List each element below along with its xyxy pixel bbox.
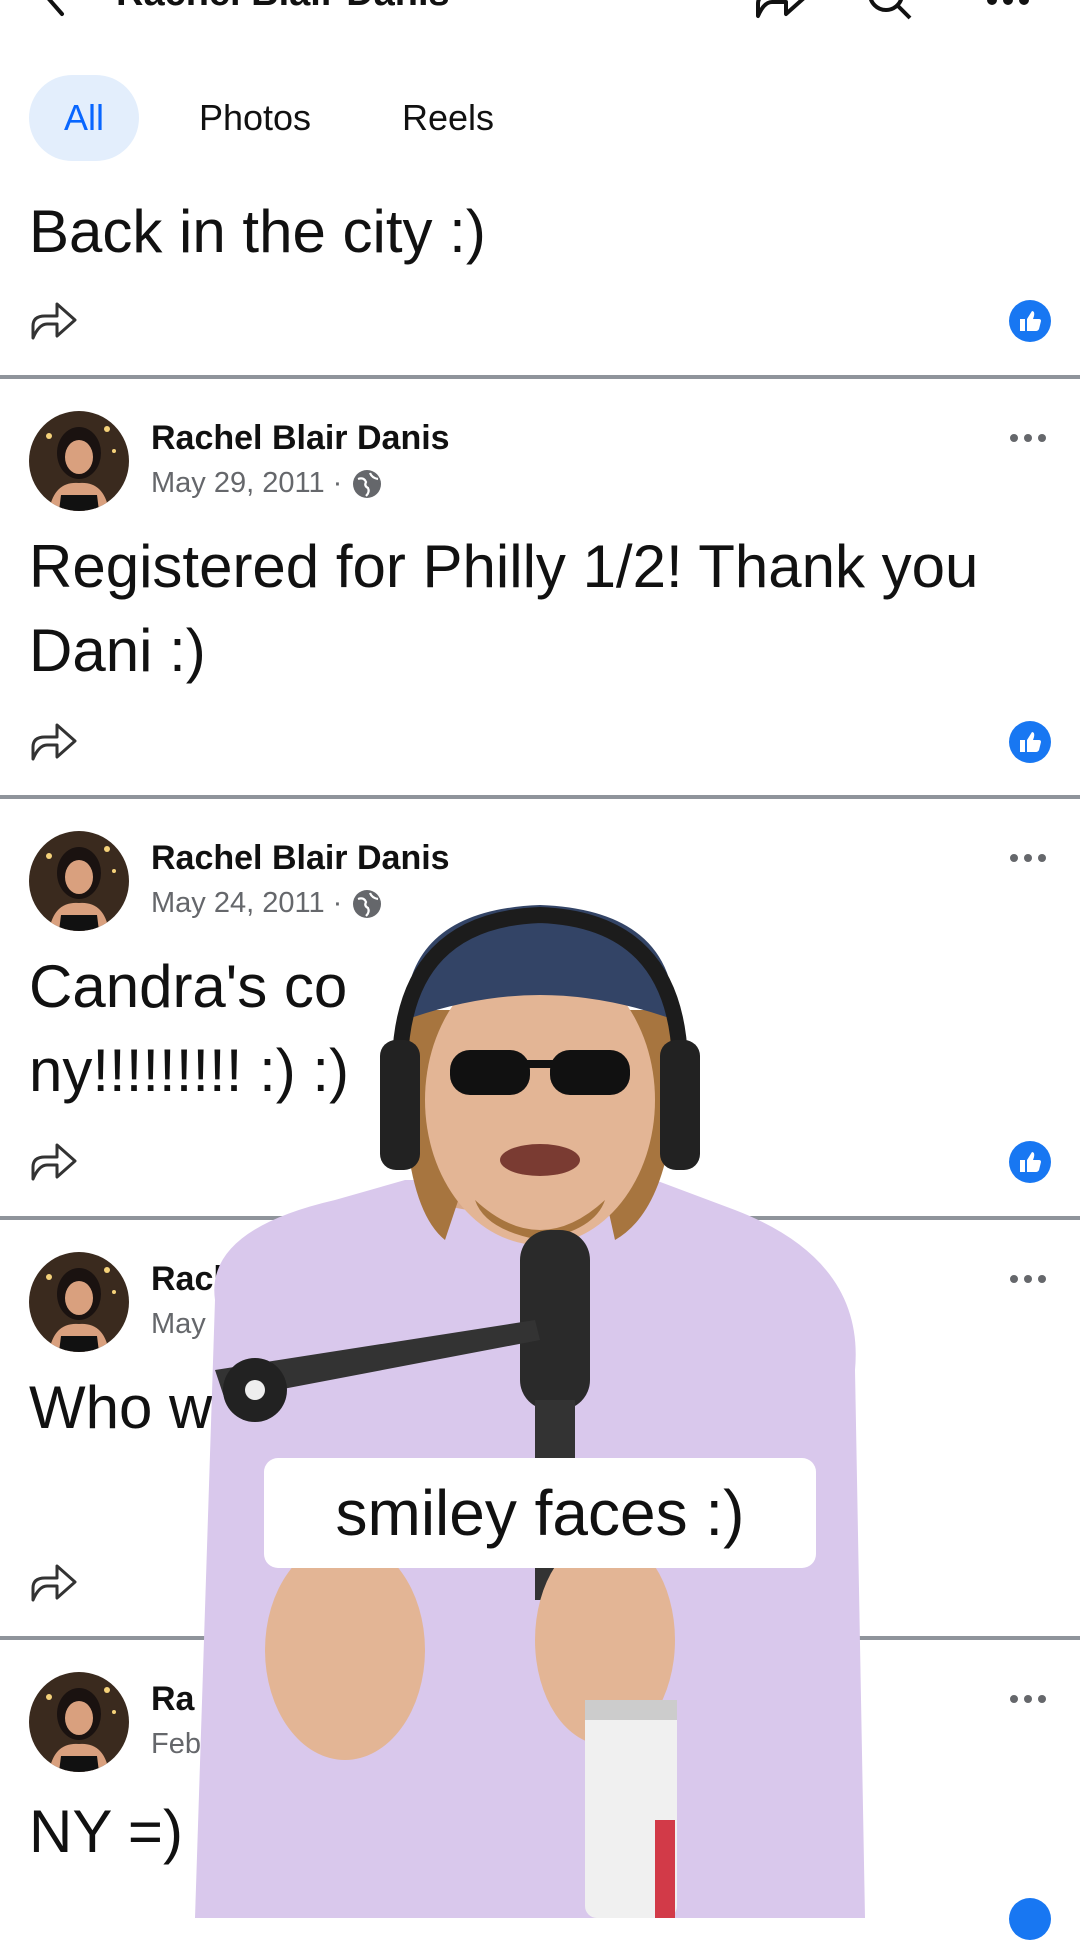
video-caption: smiley faces :)	[264, 1458, 816, 1568]
post-author[interactable]: Rachel Blair Danis	[151, 419, 450, 458]
back-icon[interactable]	[36, 0, 76, 18]
like-icon[interactable]	[1009, 300, 1051, 342]
more-icon[interactable]	[1008, 852, 1048, 864]
search-icon[interactable]	[862, 0, 918, 24]
avatar[interactable]	[29, 411, 129, 511]
more-icon[interactable]	[1008, 432, 1048, 444]
top-bar: Rachel Blair Danis	[0, 0, 1080, 40]
like-icon[interactable]	[1009, 1898, 1051, 1940]
video-overlay	[195, 905, 865, 1918]
filter-tabs: All Photos Reels	[0, 72, 1080, 168]
like-icon[interactable]	[1009, 1141, 1051, 1183]
tab-reels[interactable]: Reels	[392, 75, 504, 161]
more-icon[interactable]	[1008, 1273, 1048, 1285]
share-icon[interactable]	[29, 719, 79, 763]
post-author[interactable]: Rachel Blair Danis	[151, 839, 450, 878]
tab-all[interactable]: All	[29, 75, 139, 161]
post-text: Registered for Philly 1/2! Thank you Dan…	[29, 533, 979, 684]
post-date: May 29, 2011 ·	[151, 467, 343, 499]
share-icon[interactable]	[29, 298, 79, 342]
page-title: Rachel Blair Danis	[116, 0, 450, 15]
more-icon[interactable]	[1008, 1693, 1048, 1705]
post-meta: May 29, 2011 ·	[151, 467, 382, 500]
avatar[interactable]	[29, 831, 129, 931]
avatar[interactable]	[29, 1252, 129, 1352]
globe-icon	[353, 469, 382, 498]
share-icon[interactable]	[29, 1139, 79, 1183]
share-icon[interactable]	[29, 1560, 79, 1604]
post-text: Back in the city :)	[29, 198, 486, 265]
like-icon[interactable]	[1009, 721, 1051, 763]
avatar[interactable]	[29, 1672, 129, 1772]
post: Rachel Blair Danis May 29, 2011 · Regist…	[0, 379, 1080, 799]
more-icon[interactable]	[980, 0, 1036, 24]
share-icon[interactable]	[752, 0, 808, 24]
tab-photos[interactable]: Photos	[180, 75, 330, 161]
